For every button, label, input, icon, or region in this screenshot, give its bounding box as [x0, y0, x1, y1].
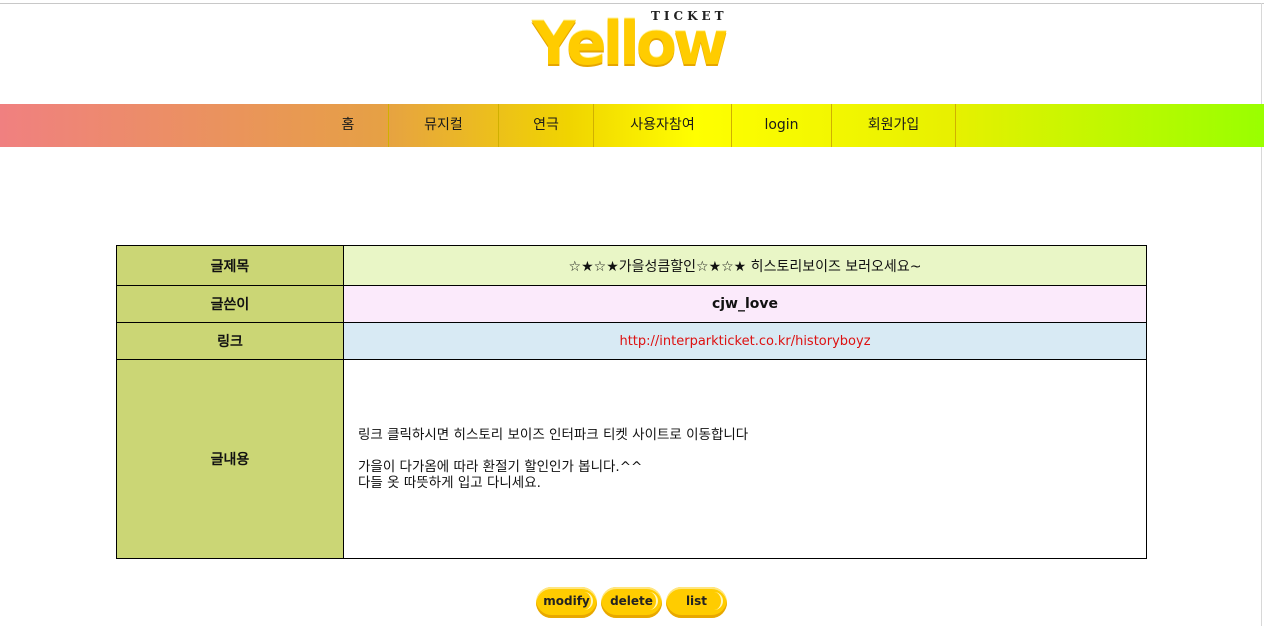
- link-label: 링크: [117, 323, 344, 359]
- button-highlight: [648, 592, 658, 610]
- post-link[interactable]: http://interparkticket.co.kr/historyboyz: [619, 334, 870, 349]
- title-label: 글제목: [117, 246, 344, 285]
- modify-button[interactable]: modify: [536, 587, 597, 618]
- post-content: 링크 클릭하시면 히스토리 보이즈 인터파크 티켓 사이트로 이동합니다 가을이…: [344, 360, 1146, 558]
- post-title: ☆★☆★가을성큼할인☆★☆★ 히스토리보이즈 보러오세요~: [344, 246, 1146, 285]
- content-row: 글내용 링크 클릭하시면 히스토리 보이즈 인터파크 티켓 사이트로 이동합니다…: [117, 360, 1146, 558]
- nav-user-participation[interactable]: 사용자참여: [594, 104, 732, 147]
- content-line: 링크 클릭하시면 히스토리 보이즈 인터파크 티켓 사이트로 이동합니다: [358, 427, 749, 443]
- nav-play[interactable]: 연극: [499, 104, 594, 147]
- main-nav: 홈 뮤지컬 연극 사용자참여 login 회원가입: [0, 104, 1264, 147]
- title-row: 글제목 ☆★☆★가을성큼할인☆★☆★ 히스토리보이즈 보러오세요~: [117, 246, 1146, 286]
- right-border: [1261, 3, 1262, 626]
- post-detail-table: 글제목 ☆★☆★가을성큼할인☆★☆★ 히스토리보이즈 보러오세요~ 글쓴이 cj…: [116, 245, 1147, 559]
- post-author: cjw_love: [344, 286, 1146, 322]
- nav-home[interactable]: 홈: [308, 104, 389, 147]
- link-cell: http://interparkticket.co.kr/historyboyz: [344, 323, 1146, 359]
- top-border: [0, 3, 1264, 4]
- content-line: 가을이 다가옴에 따라 환절기 할인인가 봅니다.^^: [358, 459, 643, 475]
- button-highlight: [583, 592, 593, 610]
- link-row: 링크 http://interparkticket.co.kr/historyb…: [117, 323, 1146, 360]
- content-line: 다들 옷 따뜻하게 입고 다니세요.: [358, 475, 541, 491]
- nav-signup[interactable]: 회원가입: [832, 104, 956, 147]
- author-label: 글쓴이: [117, 286, 344, 322]
- list-button[interactable]: list: [666, 587, 727, 618]
- logo[interactable]: Yellow TICKET: [530, 6, 735, 79]
- logo-ticket-text: TICKET: [651, 9, 728, 23]
- nav-login[interactable]: login: [732, 104, 832, 147]
- author-row: 글쓴이 cjw_love: [117, 286, 1146, 323]
- nav-musical[interactable]: 뮤지컬: [389, 104, 499, 147]
- list-button-label: list: [685, 594, 708, 608]
- delete-button-label: delete: [610, 594, 653, 608]
- content-label: 글내용: [117, 360, 344, 558]
- delete-button[interactable]: delete: [601, 587, 662, 618]
- button-highlight: [713, 592, 723, 610]
